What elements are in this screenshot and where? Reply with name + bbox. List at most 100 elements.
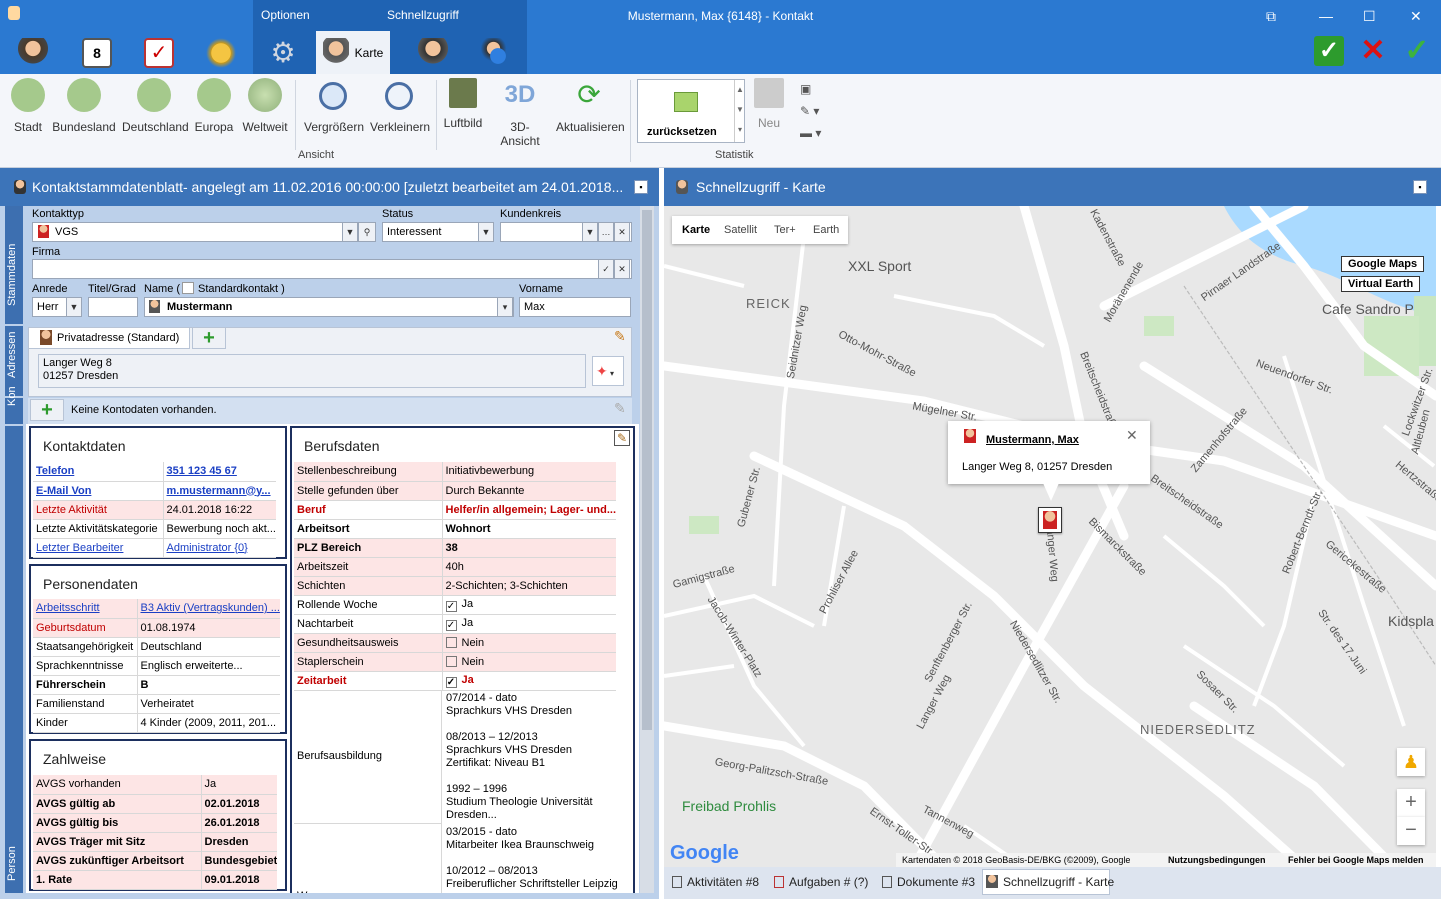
chevron-down-icon[interactable]: ▾: [497, 297, 513, 317]
zoom-in-button[interactable]: +: [1397, 789, 1425, 817]
reset-icon: [674, 92, 698, 112]
report-link[interactable]: Fehler bei Google Maps melden: [1288, 853, 1424, 867]
checkbox[interactable]: ✓: [445, 619, 457, 631]
address-tab-privat[interactable]: Privatadresse (Standard): [28, 327, 190, 349]
settings-module-button[interactable]: ⚙: [256, 32, 310, 74]
check-icon[interactable]: ✓: [598, 259, 614, 279]
row-value[interactable]: Administrator {0}: [163, 538, 276, 558]
chevron-down-icon[interactable]: ▼: [342, 222, 358, 242]
row-value[interactable]: 351 123 45 67: [163, 462, 276, 482]
chevron-down-icon[interactable]: ▼: [66, 297, 82, 317]
3d-button[interactable]: 3D 3D-Ansicht: [492, 78, 548, 148]
cancel-icon[interactable]: ✕: [1358, 36, 1388, 66]
row-value[interactable]: m.mustermann@y...: [163, 481, 276, 501]
save-close-icon[interactable]: ✓: [1314, 36, 1344, 66]
zoom-out-button[interactable]: Verkleinern: [370, 78, 430, 134]
binoculars-icon[interactable]: ⚲: [358, 222, 376, 242]
karte-module-button[interactable]: Karte: [316, 31, 390, 74]
deutschland-button[interactable]: Deutschland: [122, 78, 189, 134]
person-icon: [149, 300, 160, 313]
weltweit-button[interactable]: Weltweit: [242, 78, 288, 134]
europa-button[interactable]: Europa: [192, 78, 236, 134]
ellipsis-icon[interactable]: …: [598, 222, 614, 242]
add-address-button[interactable]: +: [192, 327, 226, 349]
finance-module-button[interactable]: [194, 32, 248, 74]
maximize-icon[interactable]: ☐: [1363, 8, 1376, 25]
name-field[interactable]: Mustermann: [144, 297, 514, 317]
checklist-icon: ✓: [144, 38, 174, 68]
edit-icon[interactable]: ✎: [614, 328, 626, 345]
row-label[interactable]: Telefon: [33, 462, 164, 482]
terms-link[interactable]: Nutzungsbedingungen: [1168, 853, 1265, 867]
map-provider-dropdown[interactable]: ✦ ▾: [592, 356, 624, 386]
luftbild-button[interactable]: Luftbild: [442, 78, 484, 130]
side-tab-person[interactable]: Person: [5, 426, 23, 899]
tab-schnellzugriff-karte[interactable]: Schnellzugriff - Karte: [986, 875, 1114, 889]
refresh-button[interactable]: ⟳ Aktualisieren: [556, 78, 625, 134]
checklist-icon: [774, 876, 784, 888]
contact-module-button[interactable]: [6, 32, 60, 74]
tasks-module-button[interactable]: ✓: [132, 32, 186, 74]
checkbox[interactable]: [445, 655, 457, 667]
titel-field[interactable]: [88, 297, 138, 317]
row-label[interactable]: E-Mail Von: [33, 481, 164, 501]
scrollbar-thumb[interactable]: [642, 210, 652, 730]
ausbildung-label: Berufsausbildung: [297, 750, 383, 762]
tab-aufgaben[interactable]: Aufgaben # (?): [774, 875, 868, 889]
map-view[interactable]: Karte Satellit Ter+ Earth Google Maps Vi…: [664, 206, 1436, 867]
checkbox[interactable]: ✓: [445, 676, 457, 688]
maptype-karte[interactable]: Karte: [682, 224, 710, 236]
popup-name-link[interactable]: Mustermann, Max: [986, 434, 1079, 446]
restore-icon[interactable]: ⧉: [1266, 8, 1276, 25]
save-icon[interactable]: ✓: [1402, 36, 1432, 66]
map-marker[interactable]: [1038, 507, 1062, 533]
cell-label: 1. Rate: [36, 873, 73, 886]
add-konto-button[interactable]: +: [30, 399, 64, 421]
scrollbar[interactable]: [640, 206, 654, 899]
chevron-down-icon[interactable]: ▼: [582, 222, 598, 242]
pin-icon[interactable]: ▪: [634, 180, 648, 194]
bundesland-button[interactable]: Bundesland: [52, 78, 116, 134]
neu-button[interactable]: Neu: [752, 78, 786, 130]
floppy-icon[interactable]: ▣: [800, 82, 811, 96]
side-tab-kon[interactable]: Kon: [5, 386, 23, 424]
print-module-button[interactable]: [406, 32, 460, 74]
zoom-out-button[interactable]: −: [1397, 817, 1425, 845]
zoom-in-button[interactable]: Vergrößern: [304, 78, 364, 134]
gallery-scroll[interactable]: ▲ ▼ ▾: [734, 80, 745, 142]
pen-icon[interactable]: ✎ ▾: [800, 104, 819, 118]
close-icon[interactable]: ✕: [1410, 8, 1422, 25]
maptype-terrain[interactable]: Ter+: [774, 224, 796, 236]
vorname-field[interactable]: Max: [519, 297, 631, 317]
tab-optionen[interactable]: Optionen: [261, 8, 310, 22]
virtual-earth-button[interactable]: Virtual Earth: [1341, 276, 1421, 292]
help-module-button[interactable]: [468, 32, 522, 74]
google-maps-button[interactable]: Google Maps: [1341, 256, 1425, 272]
row-value[interactable]: B3 Aktiv (Vertragskunden) ...: [137, 599, 280, 619]
minimize-icon[interactable]: —: [1319, 8, 1333, 24]
row-label[interactable]: Letzter Bearbeiter: [33, 538, 164, 558]
chevron-down-icon[interactable]: ▼: [478, 222, 494, 242]
stadt-button[interactable]: Stadt: [8, 78, 48, 134]
tab-schnellzugriff[interactable]: Schnellzugriff: [387, 8, 459, 22]
close-icon[interactable]: ✕: [1126, 427, 1138, 444]
pin-icon[interactable]: ▪: [1413, 180, 1427, 194]
checkbox[interactable]: ✓: [445, 600, 457, 612]
calendar-module-button[interactable]: 8: [70, 32, 124, 74]
clear-icon[interactable]: ✕: [614, 259, 630, 279]
maptype-earth[interactable]: Earth: [813, 224, 839, 236]
checkbox[interactable]: [445, 636, 457, 648]
edit-icon[interactable]: ✎: [614, 430, 630, 446]
kontakttyp-select[interactable]: VGS: [32, 222, 358, 242]
reset-gallery[interactable]: zurücksetzen ▲ ▼ ▾: [637, 79, 745, 143]
pegman-icon[interactable]: ♟: [1397, 748, 1425, 776]
tab-aktivitaeten[interactable]: Aktivitäten #8: [672, 875, 759, 889]
firma-field[interactable]: [32, 259, 632, 279]
tab-dokumente[interactable]: Dokumente #3: [882, 875, 975, 889]
clear-icon[interactable]: ✕: [614, 222, 630, 242]
maptype-satellit[interactable]: Satellit: [724, 224, 757, 236]
standardkontakt-checkbox[interactable]: [182, 282, 194, 294]
line-icon[interactable]: ▬ ▾: [800, 126, 821, 140]
side-tab-stammdaten[interactable]: Stammdaten: [5, 206, 23, 324]
row-label[interactable]: Arbeitsschritt: [33, 599, 138, 619]
